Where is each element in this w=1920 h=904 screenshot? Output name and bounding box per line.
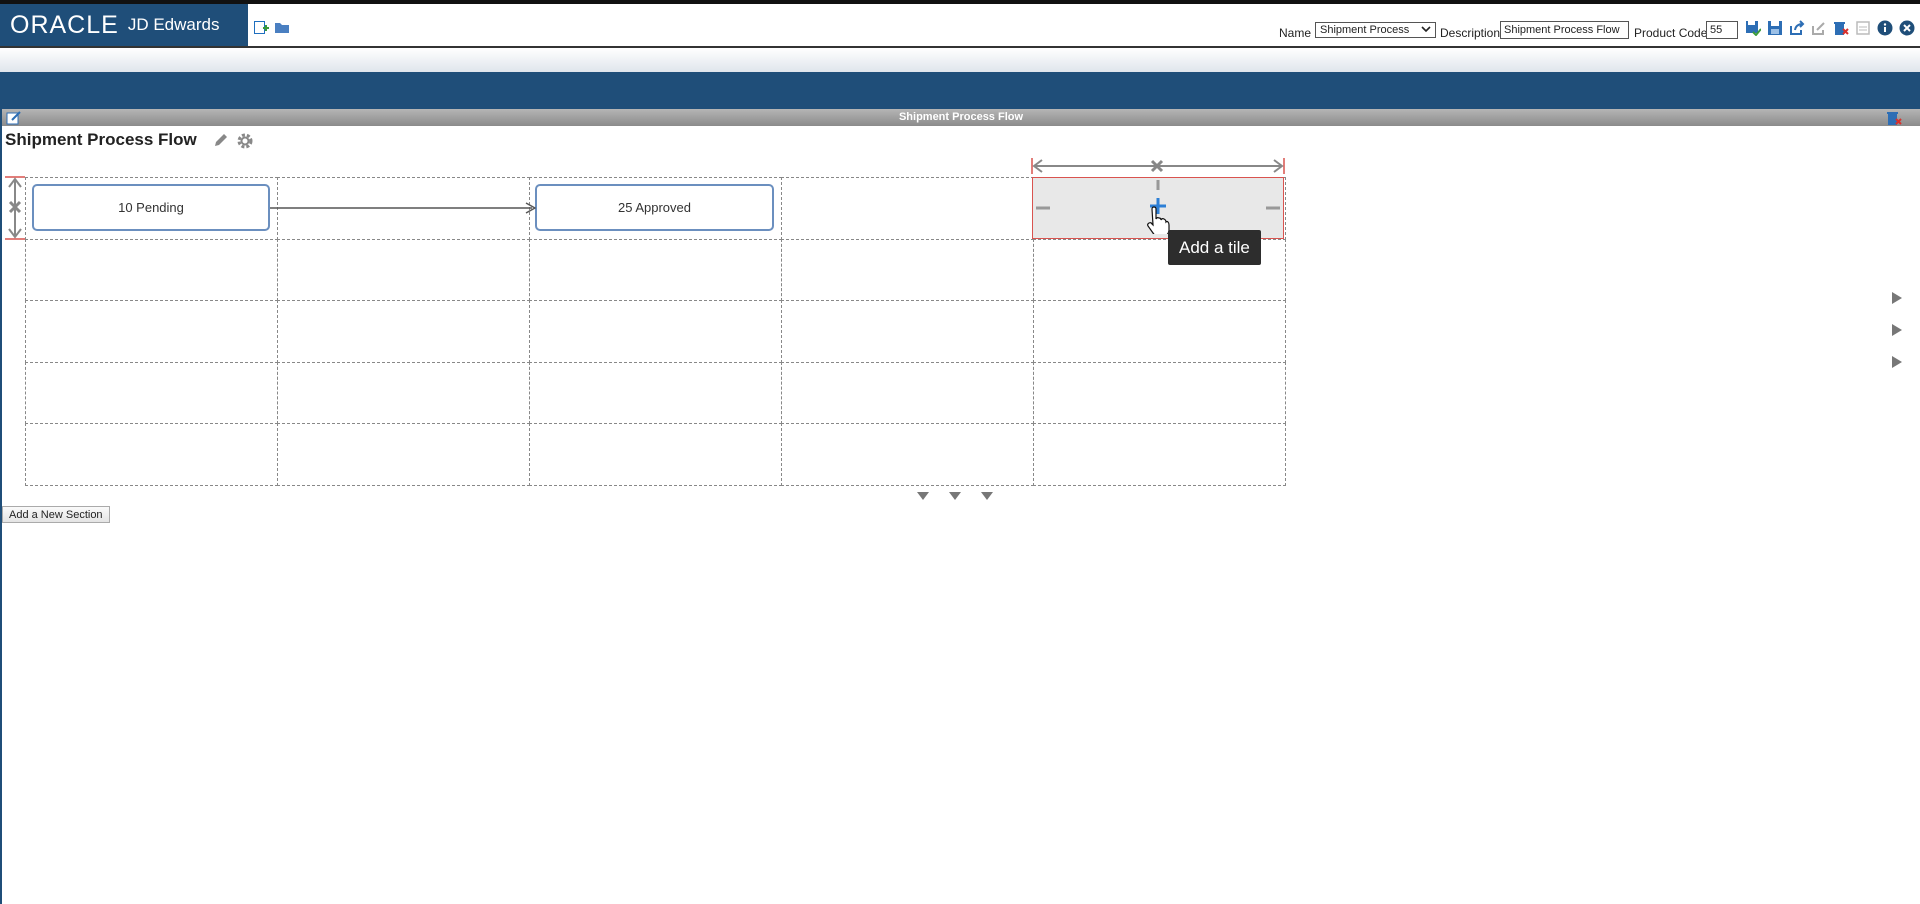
grid-cell[interactable] — [1033, 423, 1286, 486]
grid-cell[interactable] — [781, 300, 1034, 363]
info-icon[interactable] — [1877, 20, 1893, 36]
window-title-bar: Shipment Process Flow — [2, 109, 1920, 126]
chevron-down-icon — [1421, 24, 1431, 36]
oracle-wordmark: ORACLE — [10, 10, 119, 39]
gear-icon[interactable] — [236, 132, 254, 155]
grid-cell[interactable] — [781, 238, 1034, 301]
grid-cell[interactable] — [25, 238, 278, 301]
grid-cell[interactable] — [25, 300, 278, 363]
row-resize-handle[interactable] — [4, 175, 26, 241]
pencil-icon[interactable] — [213, 132, 229, 153]
hand-cursor-icon — [1147, 206, 1170, 234]
product-code-label: Product Code — [1634, 26, 1708, 40]
grid-cell[interactable] — [781, 177, 1034, 240]
grid-cell[interactable] — [781, 423, 1034, 486]
grid-cell[interactable] — [781, 361, 1034, 424]
add-new-section-button[interactable]: Add a New Section — [2, 506, 110, 523]
grid-cell[interactable] — [25, 423, 278, 486]
edit-layout-icon[interactable] — [6, 111, 22, 130]
add-row-arrows[interactable] — [915, 490, 999, 502]
navigation-band — [0, 72, 1920, 109]
grid-cell[interactable] — [529, 423, 782, 486]
grid-cell[interactable] — [1033, 361, 1286, 424]
grid-cell[interactable] — [529, 238, 782, 301]
save-as-icon[interactable] — [1767, 20, 1783, 36]
description-field[interactable]: Shipment Process Flow — [1500, 21, 1629, 39]
flow-arrow — [270, 202, 536, 214]
open-folder-icon[interactable] — [274, 19, 290, 35]
tile-pending[interactable]: 10 Pending — [32, 184, 270, 231]
name-select-value: Shipment Process — [1320, 24, 1410, 36]
tile-approved[interactable]: 25 Approved — [535, 184, 774, 231]
delete-icon[interactable] — [1833, 20, 1849, 36]
name-label: Name — [1279, 26, 1312, 40]
save-icon[interactable] — [1745, 20, 1761, 36]
reserve-icon[interactable] — [1855, 20, 1871, 36]
request-publish-icon[interactable] — [1811, 20, 1827, 36]
grid-cell[interactable] — [277, 423, 530, 486]
grid-cell[interactable] — [277, 361, 530, 424]
delete-page-icon[interactable] — [1886, 110, 1902, 131]
grid-cell[interactable] — [277, 300, 530, 363]
page-title: Shipment Process Flow — [5, 130, 197, 149]
column-resize-handle[interactable] — [1030, 156, 1286, 176]
oracle-jde-logo: ORACLE JD Edwards — [0, 4, 248, 46]
grid-cell[interactable] — [1033, 300, 1286, 363]
grid-cell[interactable] — [529, 300, 782, 363]
share-icon[interactable] — [1789, 20, 1805, 36]
product-name: JD Edwards — [127, 15, 220, 34]
name-select[interactable]: Shipment Process — [1315, 22, 1436, 38]
new-page-icon[interactable] — [253, 19, 269, 35]
close-icon[interactable] — [1899, 20, 1915, 36]
add-tile-tooltip: Add a tile — [1168, 230, 1261, 265]
sub-toolbar — [0, 48, 1920, 72]
add-column-arrows[interactable] — [1890, 290, 1904, 370]
description-label: Description — [1440, 26, 1501, 40]
product-code-field[interactable]: 55 — [1706, 21, 1738, 39]
grid-cell[interactable] — [25, 361, 278, 424]
window-title: Shipment Process Flow — [898, 111, 1024, 123]
grid-cell[interactable] — [277, 238, 530, 301]
grid-cell[interactable] — [529, 361, 782, 424]
